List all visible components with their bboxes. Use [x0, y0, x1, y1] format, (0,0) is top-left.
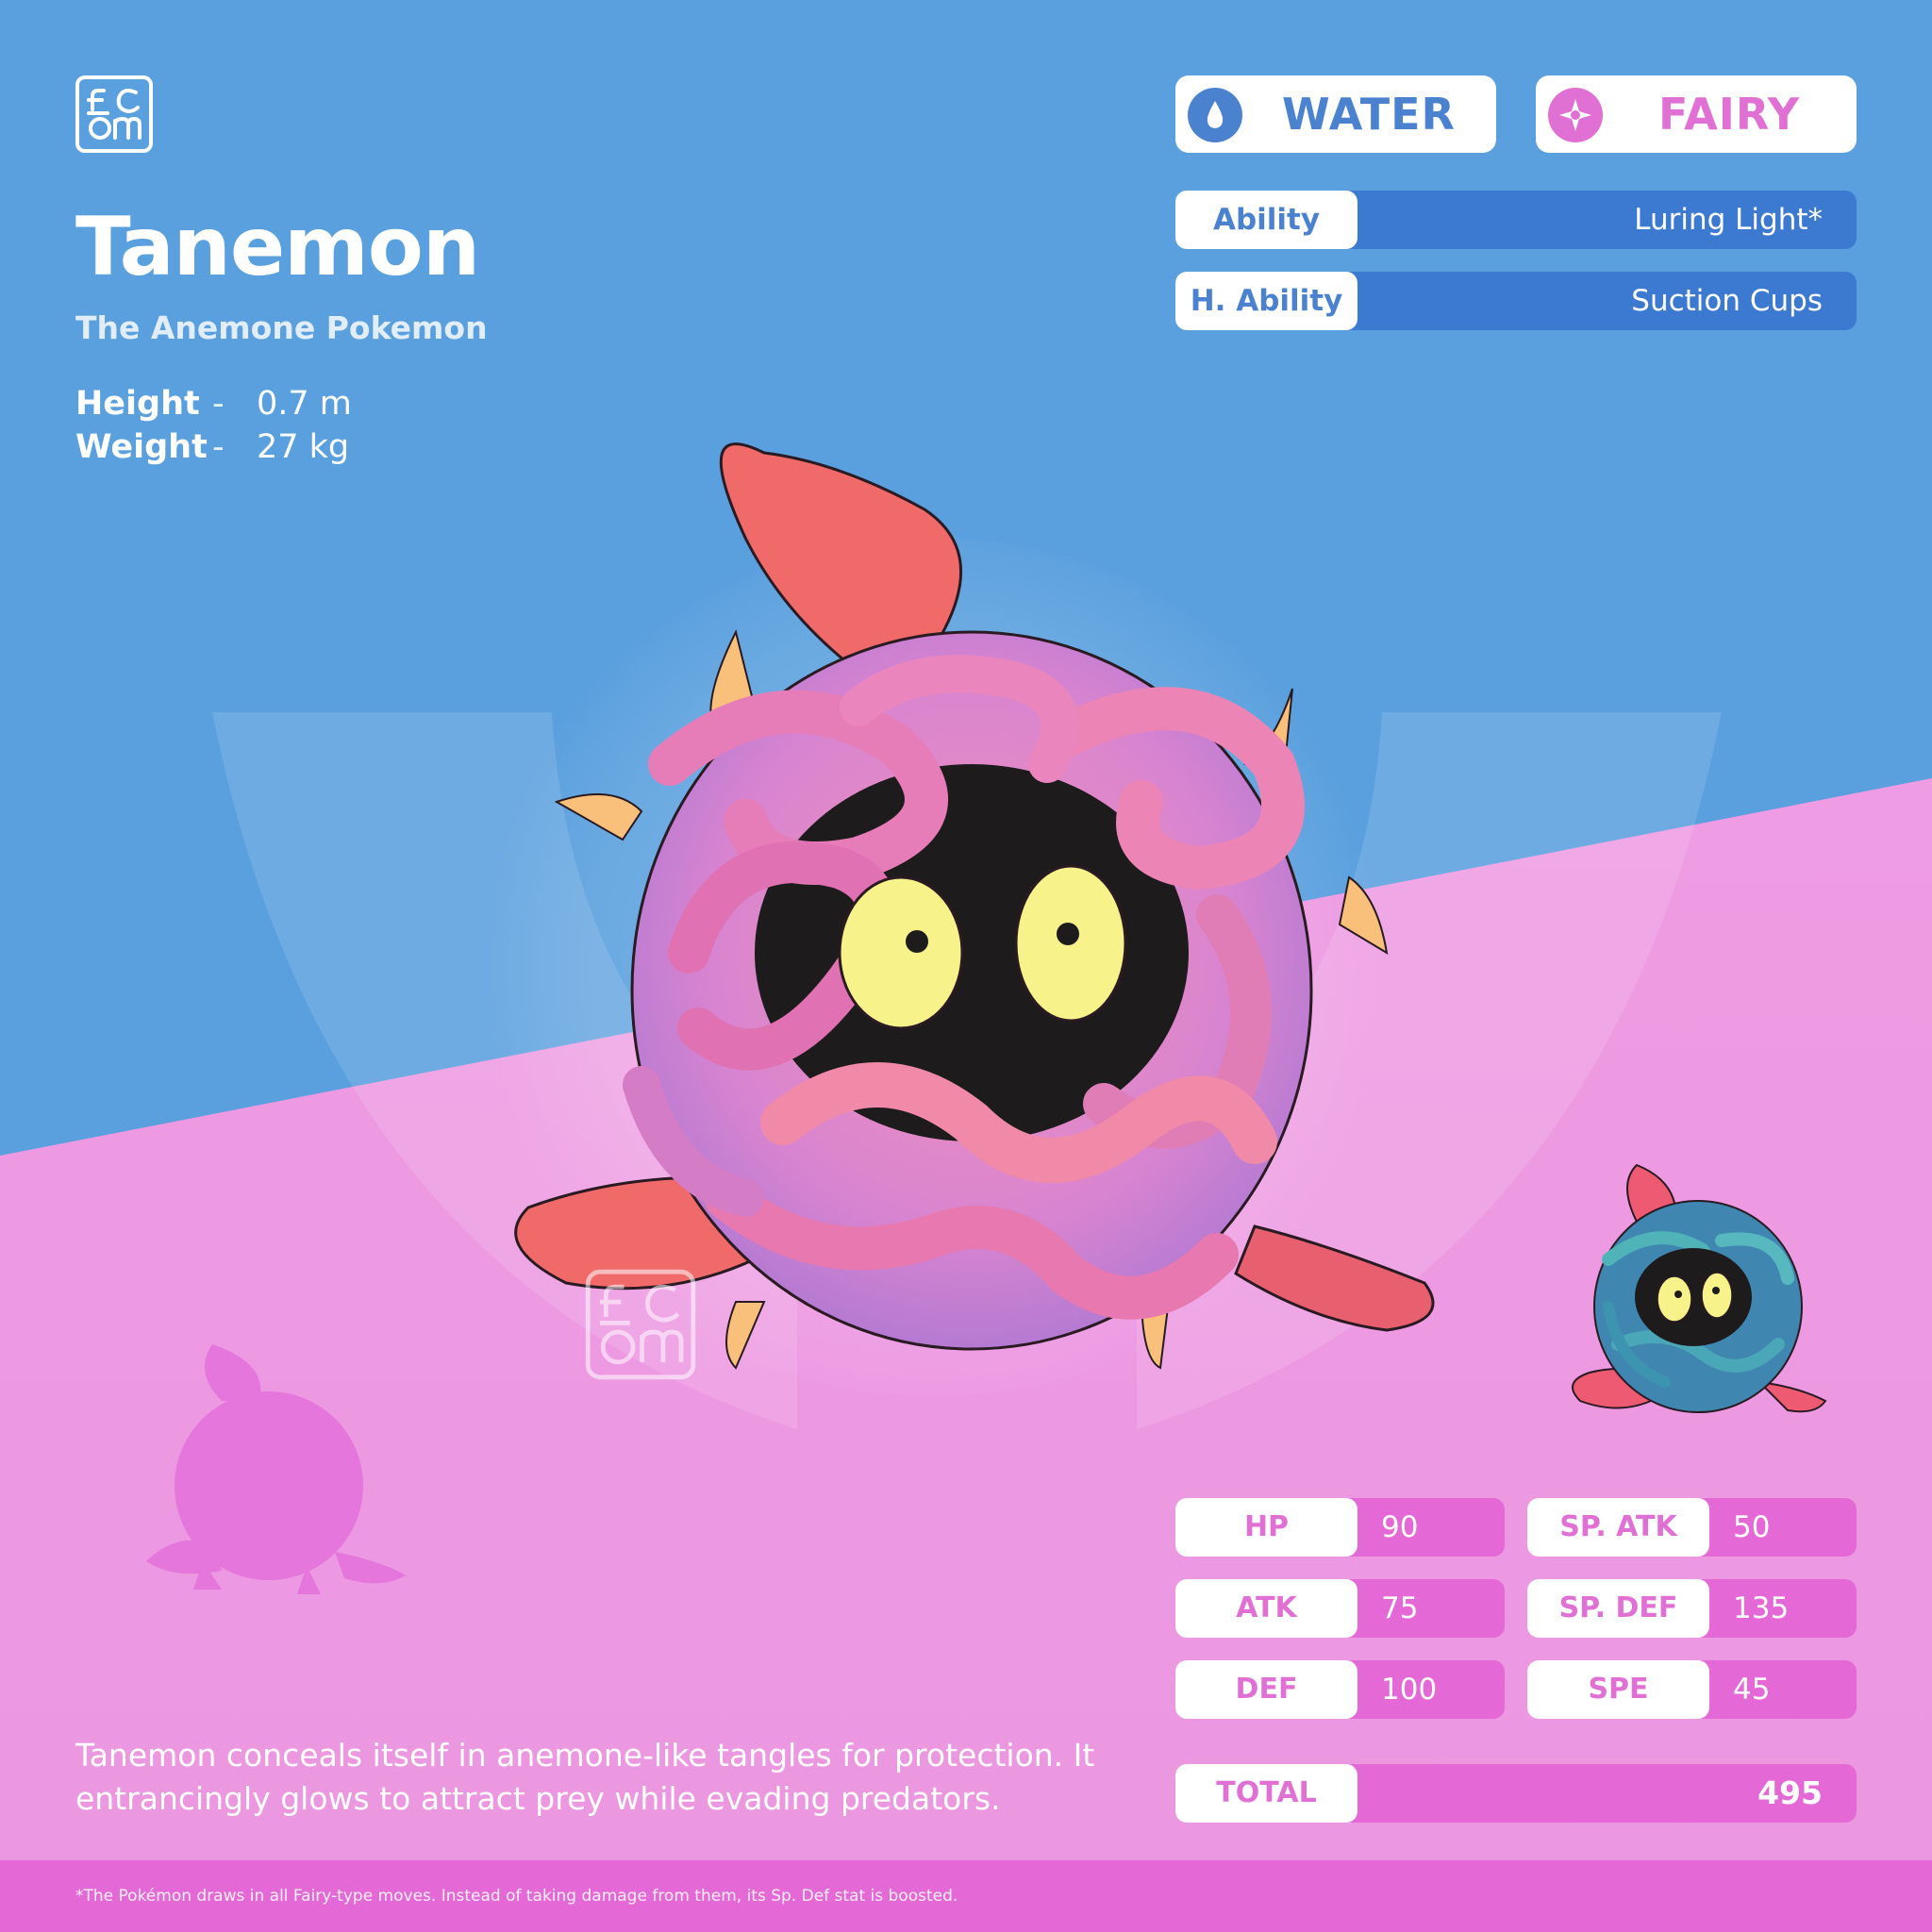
- footnote: *The Pokémon draws in all Fairy-type mov…: [75, 1887, 958, 1906]
- stat-sp-def-value: 135: [1733, 1591, 1790, 1625]
- stat-sp-atk-label: SP. ATK: [1527, 1498, 1709, 1557]
- stat-atk-label: ATK: [1175, 1579, 1357, 1638]
- site-logo-icon: [75, 75, 153, 153]
- hidden-ability-label: H. Ability: [1175, 272, 1357, 330]
- ability-value: Luring Light*: [1634, 203, 1823, 237]
- stat-atk-value: 75: [1381, 1591, 1419, 1625]
- stat-hp-value: 90: [1381, 1510, 1419, 1544]
- fairy-star-icon: [1548, 88, 1603, 142]
- pokedex-description: Tanemon conceals itself in anemone-like …: [75, 1737, 1095, 1817]
- stat-def: DEF 100: [1175, 1660, 1505, 1719]
- stat-spe-label: SPE: [1527, 1660, 1709, 1719]
- stat-sp-atk-value: 50: [1733, 1510, 1771, 1544]
- height-separator: -: [212, 385, 225, 423]
- stat-total: TOTAL 495: [1175, 1764, 1857, 1823]
- height-label: Height: [75, 385, 200, 423]
- stat-sp-def: SP. DEF 135: [1527, 1579, 1857, 1638]
- watermark-logo-icon: [585, 1269, 696, 1380]
- pokemon-artwork: [514, 442, 1435, 1370]
- pokemon-name: Tanemon: [75, 200, 480, 294]
- water-drop-icon: [1188, 88, 1242, 142]
- stat-sp-def-label: SP. DEF: [1527, 1579, 1709, 1638]
- hidden-ability-row[interactable]: H. Ability Suction Cups: [1175, 272, 1857, 330]
- shiny-variant-artwork: [1572, 1163, 1827, 1413]
- height-value: 0.7 m: [257, 385, 352, 423]
- type-label-water: WATER: [1282, 89, 1456, 140]
- pokemon-category: The Anemone Pokemon: [75, 309, 488, 346]
- stat-sp-atk: SP. ATK 50: [1527, 1498, 1857, 1557]
- stat-spe-value: 45: [1733, 1673, 1771, 1707]
- weight-row: Weight -27 kg: [75, 428, 349, 466]
- stat-total-value: 495: [1757, 1774, 1823, 1811]
- type-badge-fairy[interactable]: FAIRY: [1536, 75, 1857, 153]
- stat-total-label: TOTAL: [1175, 1764, 1357, 1823]
- ability-row[interactable]: Ability Luring Light*: [1175, 191, 1857, 249]
- weight-value: 27 kg: [257, 428, 350, 466]
- type-badge-water[interactable]: WATER: [1175, 75, 1496, 153]
- silhouette-icon: [146, 1344, 406, 1594]
- weight-label: Weight: [75, 428, 208, 466]
- weight-separator: -: [212, 428, 225, 466]
- footer-bar: *The Pokémon draws in all Fairy-type mov…: [0, 1860, 1932, 1932]
- type-label-fairy: FAIRY: [1657, 89, 1801, 140]
- stat-hp: HP 90: [1175, 1498, 1505, 1557]
- stat-def-label: DEF: [1175, 1660, 1357, 1719]
- stat-spe: SPE 45: [1527, 1660, 1857, 1719]
- stat-def-value: 100: [1381, 1673, 1438, 1707]
- height-row: Height -0.7 m: [75, 385, 352, 423]
- ability-label: Ability: [1175, 191, 1357, 249]
- hidden-ability-value: Suction Cups: [1631, 284, 1823, 318]
- stat-hp-label: HP: [1175, 1498, 1357, 1557]
- stat-atk: ATK 75: [1175, 1579, 1505, 1638]
- pokemon-card: Tanemon The Anemone Pokemon Height -0.7 m…: [0, 0, 1932, 1932]
